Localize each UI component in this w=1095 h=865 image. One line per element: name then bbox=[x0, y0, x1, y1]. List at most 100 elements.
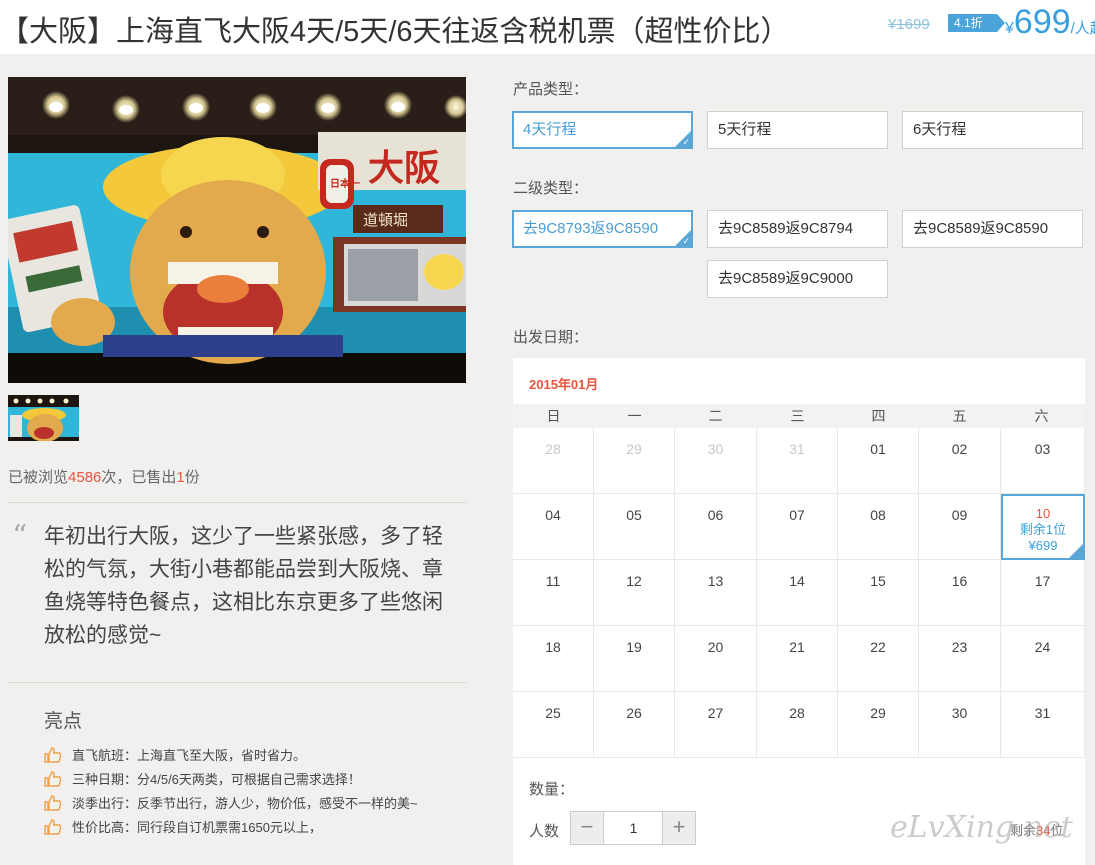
stats-suffix: 份 bbox=[184, 469, 200, 486]
calendar-day: 09 bbox=[919, 494, 1001, 560]
option-label: 去9C8589返9C9000 bbox=[718, 270, 854, 287]
highlight-text: 淡季出行：反季节出行，游人少，物价低，感受不一样的美~ bbox=[72, 796, 418, 811]
weekday-label: 一 bbox=[627, 408, 642, 424]
original-price: ¥1699 bbox=[888, 16, 930, 33]
calendar-weekday-header: 日 一 二 三 四 五 六 bbox=[513, 404, 1085, 428]
quantity-label: 数量： bbox=[529, 781, 575, 798]
option-label: 4天行程 bbox=[523, 121, 577, 138]
quantity-input[interactable]: 1 bbox=[605, 812, 662, 844]
calendar-day-available[interactable]: 10 剩余1位 ¥699 bbox=[1001, 494, 1085, 560]
seats-left: 剩余1位 bbox=[1019, 522, 1067, 537]
people-quantity-stepper: − 1 + bbox=[570, 811, 696, 845]
calendar-day: 22 bbox=[838, 626, 919, 692]
thumbnail-image bbox=[8, 395, 79, 441]
product-type-label: 产品类型： bbox=[513, 81, 589, 98]
calendar-month: 2015年01月 bbox=[529, 377, 599, 392]
highlight-text: 性价比高：同行段自订机票需1650元以上， bbox=[72, 820, 322, 835]
calendar-day: 04 bbox=[513, 494, 594, 560]
calendar-day: 28 bbox=[757, 692, 838, 758]
option-label: 去9C8793返9C8590 bbox=[523, 220, 659, 237]
highlight-item: 淡季出行：反季节出行，游人少，物价低，感受不一样的美~ bbox=[44, 794, 418, 818]
highlight-text: 三种日期：分4/5/6天两类，可根据自己需求选择！ bbox=[72, 772, 361, 787]
calendar-day: 18 bbox=[513, 626, 594, 692]
calendar-day: 27 bbox=[675, 692, 757, 758]
view-count: 4586 bbox=[68, 469, 102, 486]
calendar-day: 06 bbox=[675, 494, 757, 560]
highlight-text: 直飞航班：上海直飞至大阪，省时省力。 bbox=[72, 748, 307, 763]
calendar-day: 12 bbox=[594, 560, 675, 626]
product-title: 【大阪】上海直飞大阪4天/5天/6天往返含税机票（超性价比） bbox=[0, 16, 790, 48]
calendar-day: 31 bbox=[757, 428, 838, 494]
increment-button[interactable]: + bbox=[662, 812, 695, 844]
departure-date-label: 出发日期： bbox=[513, 329, 589, 346]
calendar-day: 25 bbox=[513, 692, 594, 758]
sub-type-option[interactable]: 去9C8793返9C8590 ✓ bbox=[512, 210, 693, 248]
product-type-option-6day[interactable]: 6天行程 bbox=[902, 111, 1083, 149]
thumbs-up-icon bbox=[44, 771, 62, 787]
osaka-billboard-illustration: 大阪 日本一 道頓堀 bbox=[8, 77, 466, 383]
thumbs-up-icon bbox=[44, 819, 62, 835]
calendar-day: 29 bbox=[594, 428, 675, 494]
option-label: 去9C8589返9C8590 bbox=[913, 220, 1049, 237]
product-type-option-4day[interactable]: 4天行程 ✓ bbox=[512, 111, 693, 149]
sub-type-option[interactable]: 去9C8589返9C9000 bbox=[707, 260, 888, 298]
calendar-day: 11 bbox=[513, 560, 594, 626]
highlights-list: 直飞航班：上海直飞至大阪，省时省力。 三种日期：分4/5/6天两类，可根据自己需… bbox=[44, 746, 418, 842]
sub-type-option[interactable]: 去9C8589返9C8794 bbox=[707, 210, 888, 248]
people-count-label: 人数 bbox=[529, 823, 560, 840]
calendar-day: 07 bbox=[757, 494, 838, 560]
dotonbori-text: 道頓堀 bbox=[363, 211, 408, 229]
photo-thumbnail[interactable] bbox=[8, 395, 79, 441]
calendar-day: 30 bbox=[675, 428, 757, 494]
day-number: 10 bbox=[1035, 506, 1051, 521]
option-label: 去9C8589返9C8794 bbox=[718, 220, 854, 237]
highlights-title: 亮点 bbox=[44, 711, 83, 732]
sub-type-option[interactable]: 去9C8589返9C8590 bbox=[902, 210, 1083, 248]
option-label: 5天行程 bbox=[718, 121, 772, 138]
day-price: ¥699 bbox=[1028, 538, 1058, 553]
calendar-day: 13 bbox=[675, 560, 757, 626]
highlight-item: 三种日期：分4/5/6天两类，可根据自己需求选择！ bbox=[44, 770, 418, 794]
price-value: 699 bbox=[1013, 3, 1071, 41]
calendar-day: 29 bbox=[838, 692, 919, 758]
product-description-quote: 年初出行大阪，这少了一些紧张感，多了轻松的气氛，大街小巷都能品尝到大阪烧、章鱼烧… bbox=[44, 525, 443, 647]
calendar-day: 20 bbox=[675, 626, 757, 692]
lantern-text: 日本一 bbox=[330, 177, 360, 190]
divider bbox=[8, 682, 466, 683]
calendar-day: 14 bbox=[757, 560, 838, 626]
calendar-day: 19 bbox=[594, 626, 675, 692]
calendar-day: 03 bbox=[1001, 428, 1085, 494]
page-header: 【大阪】上海直飞大阪4天/5天/6天往返含税机票（超性价比） ¥1699 4.1… bbox=[0, 0, 1095, 54]
weekday-label: 三 bbox=[790, 408, 805, 424]
calendar-day: 01 bbox=[838, 428, 919, 494]
calendar-day: 31 bbox=[1001, 692, 1085, 758]
calendar-day: 26 bbox=[594, 692, 675, 758]
calendar-day: 17 bbox=[1001, 560, 1085, 626]
weekday-label: 五 bbox=[952, 408, 967, 424]
stats-prefix: 已被浏览 bbox=[8, 469, 69, 486]
weekday-label: 四 bbox=[871, 408, 886, 424]
current-price: ¥699/人起 bbox=[1005, 3, 1095, 42]
billboard-osaka-text: 大阪 bbox=[368, 148, 440, 189]
sold-count: 1 bbox=[176, 469, 185, 486]
sub-type-label: 二级类型： bbox=[513, 180, 589, 197]
calendar-day: 16 bbox=[919, 560, 1001, 626]
discount-badge: 4.1折 bbox=[948, 14, 1005, 32]
highlight-item: 性价比高：同行段自订机票需1650元以上， bbox=[44, 818, 418, 842]
decrement-button[interactable]: − bbox=[571, 812, 604, 844]
calendar-day: 23 bbox=[919, 626, 1001, 692]
highlight-item: 直飞航班：上海直飞至大阪，省时省力。 bbox=[44, 746, 418, 770]
site-watermark: eLvXing.net bbox=[890, 810, 1073, 845]
weekday-label: 二 bbox=[708, 408, 723, 424]
price-currency: ¥ bbox=[1005, 20, 1014, 37]
main-product-photo[interactable]: 大阪 日本一 道頓堀 bbox=[8, 77, 466, 383]
departure-calendar: 2015年01月 日 一 二 三 四 五 六 28 29 30 31 01 02 03 04 0… bbox=[513, 358, 1085, 865]
option-label: 6天行程 bbox=[913, 121, 967, 138]
stats-middle: 次，已售出 bbox=[101, 469, 177, 486]
product-type-option-5day[interactable]: 5天行程 bbox=[707, 111, 888, 149]
price-unit: /人起 bbox=[1070, 20, 1095, 37]
calendar-day: 28 bbox=[513, 428, 594, 494]
thumbs-up-icon bbox=[44, 747, 62, 763]
divider bbox=[8, 502, 466, 503]
weekday-label: 六 bbox=[1034, 408, 1049, 424]
